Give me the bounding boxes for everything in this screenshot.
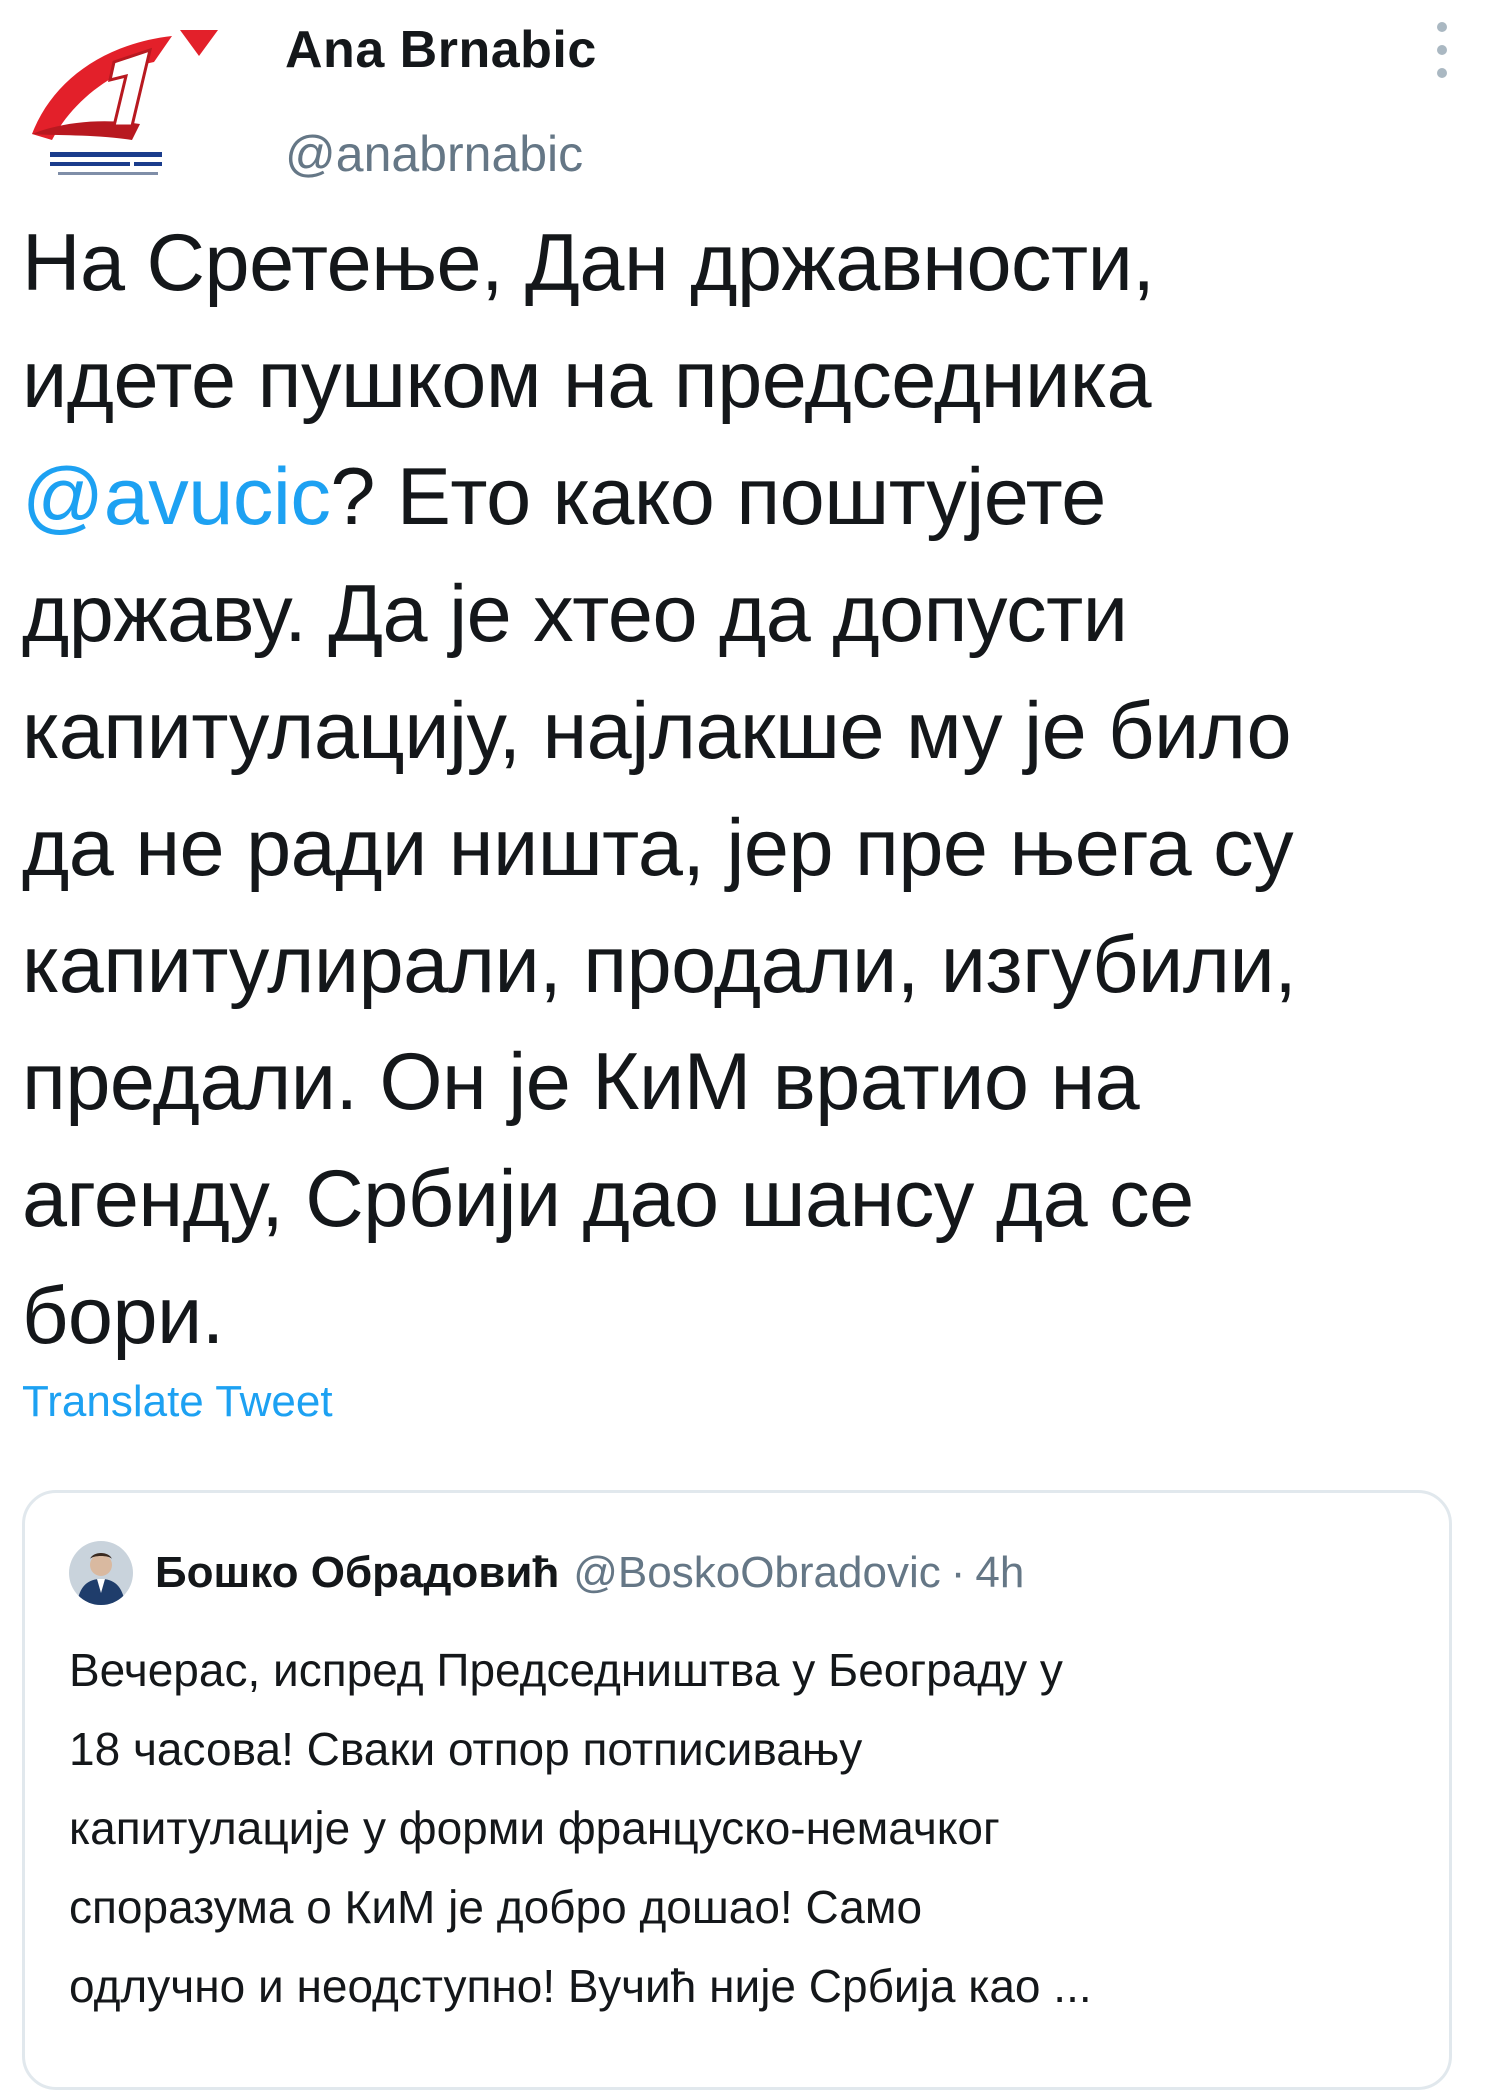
author-info: Ana Brnabic @anabrnabic (285, 18, 597, 186)
tweet-line-with-mention: @avucic? Ето како поштујете (22, 439, 1462, 556)
separator-dot: · (950, 1548, 966, 1597)
tweet-line: идете пушком на председника (22, 335, 1152, 425)
tweet: Ana Brnabic @anabrnabic На Сретење, Дан … (0, 0, 1491, 2090)
tweet-line: капитулирали, продали, изгубили, (22, 920, 1297, 1010)
tweet-line: бори. (22, 1271, 224, 1361)
quoted-tweet-card[interactable]: Бошко Обрадовић @BoskoObradovic · 4h Веч… (22, 1490, 1452, 2090)
more-options-icon[interactable] (1429, 22, 1455, 78)
quoted-tweet-line: одлучно и неодступно! Вучић није Србија … (69, 1960, 1092, 2012)
quoted-tweet-line: споразума о КиМ је добро дошао! Само (69, 1881, 923, 1933)
tweet-line: агенду, Србији дао шансу да се (22, 1154, 1194, 1244)
tweet-line: да не ради ништа, јер пре њега су (22, 803, 1294, 893)
quoted-tweet-time[interactable]: 4h (975, 1548, 1024, 1598)
mention-link[interactable]: @avucic (22, 452, 331, 542)
menu-dot (1437, 45, 1447, 55)
author-handle[interactable]: @anabrnabic (285, 122, 597, 186)
author-avatar[interactable] (22, 22, 227, 192)
tweet-line: предали. Он је КиМ вратио на (22, 1037, 1140, 1127)
quoted-tweet-line: Вечерас, испред Председништва у Београду… (69, 1644, 1063, 1696)
translate-tweet-link[interactable]: Translate Tweet (22, 1374, 333, 1430)
quoted-tweet-header: Бошко Обрадовић @BoskoObradovic · 4h (69, 1541, 1024, 1605)
quoted-author-name[interactable]: Бошко Обрадовић (155, 1548, 559, 1598)
quoted-tweet-text: Вечерас, испред Председништва у Београду… (69, 1631, 1419, 2026)
party-logo-icon (32, 30, 218, 175)
tweet-line: капитулацију, најлакше му је било (22, 686, 1292, 776)
person-avatar-icon (69, 1541, 133, 1605)
menu-dot (1437, 68, 1447, 78)
tweet-line: На Сретење, Дан државности, (22, 218, 1155, 308)
author-name[interactable]: Ana Brnabic (285, 18, 597, 82)
tweet-line: државу. Да је хтео да допусти (22, 569, 1128, 659)
quoted-tweet-line: 18 часова! Сваки отпор потписивању (69, 1723, 863, 1775)
menu-dot (1437, 22, 1447, 32)
quoted-author-avatar[interactable] (69, 1541, 133, 1605)
quoted-tweet-line: капитулације у форми француско-немачког (69, 1802, 1000, 1854)
quoted-author-handle[interactable]: @BoskoObradovic (573, 1548, 941, 1598)
tweet-line-rest: ? Ето како поштујете (330, 452, 1106, 542)
tweet-text: На Сретење, Дан државности, идете пушком… (22, 205, 1462, 1375)
